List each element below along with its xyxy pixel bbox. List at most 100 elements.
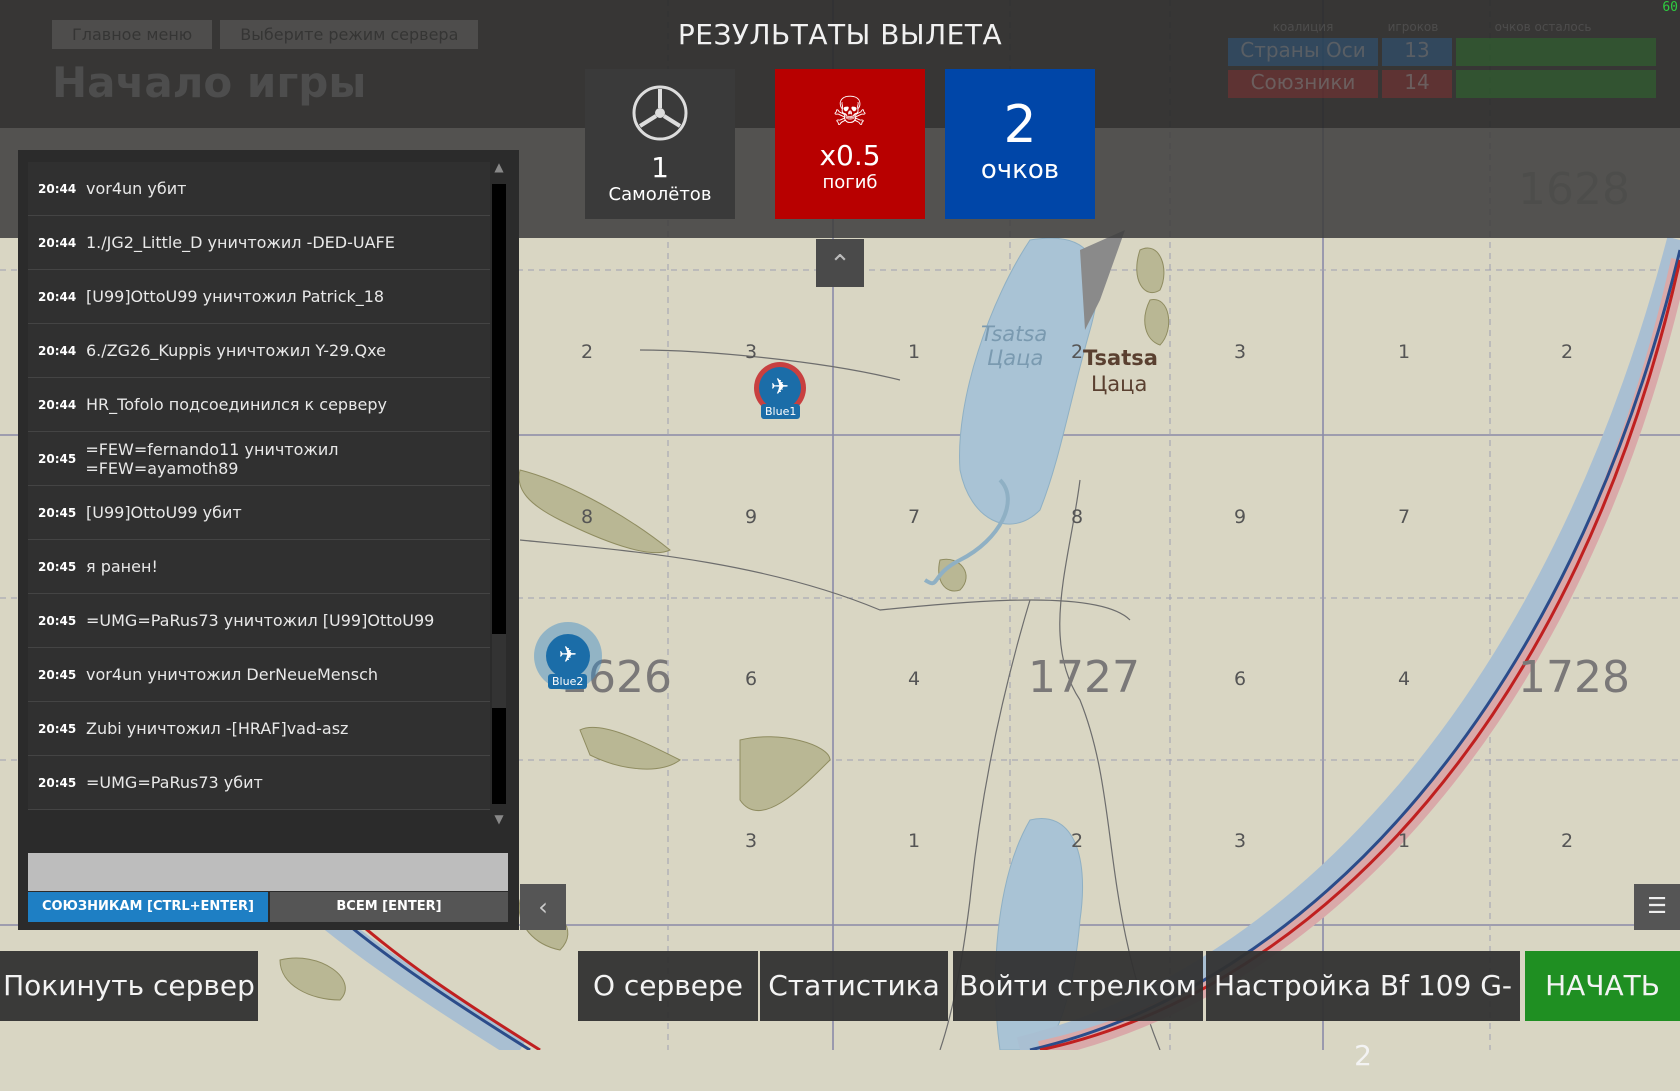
chat-scrollbar[interactable] <box>492 184 506 804</box>
chat-time: 20:45 <box>38 451 77 466</box>
chat-text: 1./JG2_Little_D уничтожил -DED-UAFE <box>86 233 395 252</box>
chat-text: HR_Tofolo подсоединился к серверу <box>86 395 387 414</box>
chat-message: 20:44 1./JG2_Little_D уничтожил -DED-UAFE <box>28 216 490 270</box>
map-square-number: 7 <box>908 506 921 528</box>
chat-time: 20:44 <box>38 235 77 250</box>
map-grid-number: 1727 <box>1028 652 1140 703</box>
chat-text: 6./ZG26_Kuppis уничтожил Y-29.Qxe <box>86 341 386 360</box>
chat-message: 20:45 [U99]OttoU99 убит <box>28 486 490 540</box>
chat-message: 20:44 [U99]OttoU99 уничтожил Patrick_18 <box>28 270 490 324</box>
death-multiplier: x0.5 <box>819 139 881 172</box>
map-legend-button[interactable]: ☰ <box>1634 884 1680 930</box>
map-square-number: 1 <box>1398 341 1411 363</box>
map-square-number: 1 <box>1398 830 1411 852</box>
map-square-number: 2 <box>1071 341 1084 363</box>
map-square-number: 3 <box>745 830 758 852</box>
send-all-button[interactable]: ВСЕМ [ENTER] <box>270 892 508 922</box>
coalition-name: Союзники <box>1228 70 1378 98</box>
airfield-marker-blue1[interactable]: ✈ Blue1 <box>754 362 806 419</box>
chevron-up-icon: ⌃ <box>829 250 851 280</box>
score-stat: 2 очков <box>945 69 1095 219</box>
chat-message: 20:45 vor4un уничтожил DerNeueMensch <box>28 648 490 702</box>
planes-label: Самолётов <box>608 184 712 205</box>
about-server-button[interactable]: О сервере <box>578 951 758 1021</box>
map-square-number: 4 <box>1398 668 1411 690</box>
chat-time: 20:45 <box>38 667 77 682</box>
chat-time: 20:45 <box>38 559 77 574</box>
airfield-marker-blue2[interactable]: ✈ Blue2 <box>534 622 602 690</box>
score-value: 2 <box>1003 95 1037 155</box>
chat-time: 20:44 <box>38 181 77 196</box>
map-square-number: 3 <box>1234 341 1247 363</box>
marker-label: Blue2 <box>548 674 588 689</box>
chat-text: [U99]OttoU99 уничтожил Patrick_18 <box>86 287 385 306</box>
map-square-number: 6 <box>1234 668 1247 690</box>
chat-message: 20:45 я ранен! <box>28 540 490 594</box>
map-lake-label-en: Tsatsa <box>981 322 1048 346</box>
chat-time: 20:45 <box>38 721 77 736</box>
death-stat: ☠ x0.5 погиб <box>775 69 925 219</box>
map-square-number: 9 <box>1234 506 1247 528</box>
chat-time: 20:44 <box>38 289 77 304</box>
page-title: Начало игры <box>52 58 367 107</box>
map-square-number: 8 <box>1071 506 1084 528</box>
chat-scrollbar-thumb[interactable] <box>492 634 506 708</box>
chat-message: 20:44 HR_Tofolo подсоединился к серверу <box>28 378 490 432</box>
scroll-down-icon[interactable]: ▼ <box>492 812 506 826</box>
map-square-number: 4 <box>908 668 921 690</box>
chevron-left-icon: ‹ <box>538 893 548 921</box>
send-allies-button[interactable]: СОЮЗНИКАМ [CTRL+ENTER] <box>28 892 268 922</box>
chat-text: я ранен! <box>86 557 158 576</box>
map-grid-number: 1728 <box>1518 652 1630 703</box>
map-square-number: 2 <box>1561 830 1574 852</box>
propeller-icon <box>632 85 688 141</box>
map-square-number: 1 <box>908 830 921 852</box>
chat-text: [U99]OttoU99 убит <box>86 503 242 522</box>
coalition-players: 14 <box>1382 70 1452 98</box>
planes-count: 1 <box>651 151 669 184</box>
chat-text: =UMG=PaRus73 уничтожил [U99]OttoU99 <box>86 611 435 630</box>
aircraft-icon: ✈ <box>759 367 801 409</box>
chat-message: 20:45 =UMG=PaRus73 убит <box>28 756 490 810</box>
chat-message: 20:45 =UMG=PaRus73 уничтожил [U99]OttoU99 <box>28 594 490 648</box>
chat-text: vor4un убит <box>86 179 187 198</box>
fps-counter: 60 <box>1662 0 1678 15</box>
death-label: погиб <box>822 172 878 193</box>
marker-label: Blue1 <box>761 404 801 419</box>
score-label: очков <box>980 155 1060 185</box>
map-town-label-ru: Цаца <box>1091 372 1148 396</box>
chat-message: 20:45 =FEW=fernando11 уничтожил =FEW=ayam… <box>28 432 490 486</box>
enter-gunner-button[interactable]: Войти стрелком <box>953 951 1203 1021</box>
planes-stat: 1 Самолётов <box>585 69 735 219</box>
chat-text: =FEW=fernando11 уничтожил =FEW=ayamoth89 <box>85 439 339 478</box>
map-square-number: 3 <box>1234 830 1247 852</box>
map-square-number: 7 <box>1398 506 1411 528</box>
map-square-number: 6 <box>745 668 758 690</box>
map-lake-label-ru: Цаца <box>987 346 1044 370</box>
map-square-number: 2 <box>581 341 594 363</box>
list-icon: ☰ <box>1647 894 1667 919</box>
chat-message: 20:44 6./ZG26_Kuppis уничтожил Y-29.Qxe <box>28 324 490 378</box>
leave-server-button[interactable]: Покинуть сервер <box>0 951 258 1021</box>
scroll-up-icon[interactable]: ▲ <box>492 160 506 174</box>
chat-time: 20:44 <box>38 343 77 358</box>
chat-text: vor4un уничтожил DerNeueMensch <box>86 665 378 684</box>
aircraft-icon: ✈ <box>546 634 590 678</box>
chat-time: 20:44 <box>38 397 77 412</box>
statistics-button[interactable]: Статистика <box>760 951 948 1021</box>
chat-time: 20:45 <box>38 505 77 520</box>
chat-text: Zubi уничтожил -[HRAF]vad-asz <box>86 719 349 738</box>
collapse-results-button[interactable]: ⌃ <box>816 239 864 287</box>
chat-text: =UMG=PaRus73 убит <box>86 773 263 792</box>
results-title: РЕЗУЛЬТАТЫ ВЫЛЕТА <box>677 18 1003 51</box>
map-square-number: 3 <box>745 341 758 363</box>
collapse-chat-button[interactable]: ‹ <box>520 884 566 930</box>
chat-message: 20:45 Zubi уничтожил -[HRAF]vad-asz <box>28 702 490 756</box>
aircraft-setup-button[interactable]: Настройка Bf 109 G-2 <box>1206 951 1520 1072</box>
skull-icon: ☠ <box>832 89 868 135</box>
chat-input[interactable] <box>28 853 508 891</box>
map-town-label-en: Tsatsa <box>1083 346 1158 370</box>
start-button[interactable]: НАЧАТЬ <box>1525 951 1680 1021</box>
chat-panel: 20:44 vor4un убит 20:44 1./JG2_Little_D ун… <box>18 150 519 930</box>
chat-message: 20:44 vor4un убит <box>28 162 490 216</box>
